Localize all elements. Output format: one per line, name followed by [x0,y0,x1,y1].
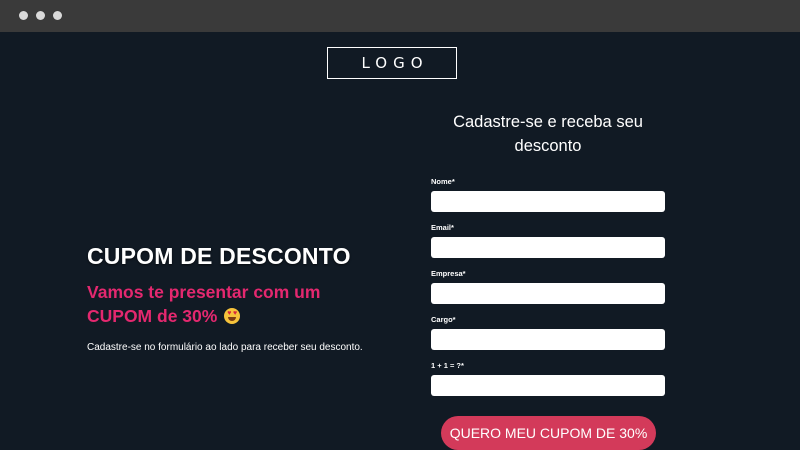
cargo-input[interactable] [431,329,665,350]
heart-eyes-emoji-icon [224,308,241,324]
hero-subtitle-line1: Vamos te presentar com um [87,282,321,302]
field-label-cargo: Cargo* [431,315,456,324]
email-input[interactable] [431,237,665,258]
hero-subtitle-line2: CUPOM de 30% [87,306,218,326]
hero-subtitle: Vamos te presentar com um CUPOM de 30% [87,280,387,328]
field-label-empresa: Empresa* [431,269,466,278]
hero-title: CUPOM DE DESCONTO [87,243,351,269]
nome-input[interactable] [431,191,665,212]
window-minimize-dot[interactable] [36,11,45,20]
empresa-input[interactable] [431,283,665,304]
form-title: Cadastre-se e receba seu desconto [453,113,643,155]
captcha-input[interactable] [431,375,665,396]
submit-coupon-button[interactable]: QUERO MEU CUPOM DE 30% [441,416,656,450]
field-label-captcha: 1 + 1 = ?* [431,361,464,370]
window-close-dot[interactable] [19,11,28,20]
window-maximize-dot[interactable] [53,11,62,20]
field-label-nome: Nome* [431,177,455,186]
hero-description: Cadastre-se no formulário ao lado para r… [87,342,363,353]
field-label-email: Email* [431,223,454,232]
hero-section: CUPOM DE DESCONTO Vamos te presentar com… [87,243,387,353]
browser-titlebar [0,0,800,32]
logo[interactable]: LOGO [327,47,457,79]
